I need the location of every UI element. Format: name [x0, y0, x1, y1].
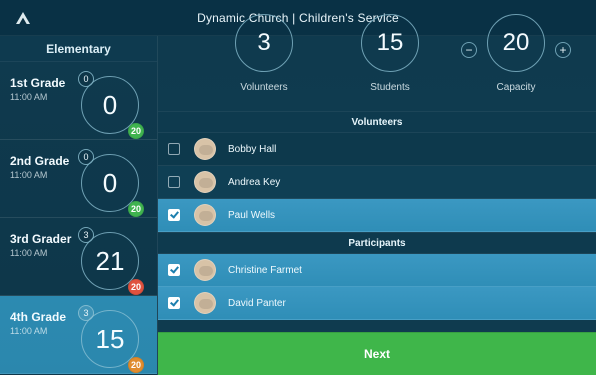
- grade-count: 15: [95, 323, 125, 354]
- avatar: [194, 292, 216, 314]
- students-ring: 15: [361, 14, 419, 72]
- volunteers-label: Volunteers: [240, 82, 288, 93]
- grade-item-3rd[interactable]: 3rd Grader 11:00 AM 3 21 20: [0, 218, 157, 296]
- capacity-badge: 20: [128, 123, 144, 139]
- grade-count-ring: 0 0 20: [78, 71, 144, 139]
- volunteer-count-mini-ring: 3: [78, 227, 94, 243]
- volunteer-checkbox[interactable]: [168, 176, 180, 188]
- capacity-label: Capacity: [496, 82, 536, 93]
- volunteer-count-mini-ring: 3: [78, 305, 94, 321]
- students-count: 15: [376, 29, 404, 56]
- grade-count-ring: 0 0 20: [78, 149, 144, 217]
- capacity-increase-button[interactable]: +: [555, 42, 571, 58]
- volunteer-checkbox[interactable]: [168, 143, 180, 155]
- volunteer-row[interactable]: Bobby Hall: [158, 133, 596, 166]
- participant-name: Christine Farmet: [228, 264, 302, 276]
- avatar: [194, 204, 216, 226]
- grade-count-ring: 3 15 20: [78, 305, 144, 373]
- next-button[interactable]: Next: [158, 332, 596, 375]
- avatar: [194, 138, 216, 160]
- students-label: Students: [370, 82, 410, 93]
- check-icon: [170, 297, 179, 307]
- avatar: [194, 171, 216, 193]
- grade-item-2nd[interactable]: 2nd Grade 11:00 AM 0 0 20: [0, 140, 157, 218]
- capacity-badge: 20: [128, 279, 144, 295]
- grade-item-1st[interactable]: 1st Grade 11:00 AM 0 0 20: [0, 62, 157, 140]
- capacity-badge: 20: [128, 357, 144, 373]
- volunteer-checkbox[interactable]: [168, 209, 180, 221]
- grade-item-4th[interactable]: 4th Grade 11:00 AM 3 15 20: [0, 296, 157, 374]
- participant-checkbox[interactable]: [168, 297, 180, 309]
- capacity-count: 20: [502, 29, 530, 56]
- capacity-stat: − 20 + Capacity: [456, 14, 576, 93]
- attendance-lists: Volunteers Bobby Hall Andrea Key Paul We…: [158, 111, 596, 332]
- participant-name: David Panter: [228, 297, 286, 309]
- volunteers-stat: 3 Volunteers: [204, 14, 324, 93]
- volunteers-count: 3: [257, 29, 271, 56]
- grade-count: 0: [102, 89, 118, 120]
- capacity-ring: 20: [487, 14, 545, 72]
- service-panel: 3 Volunteers 15 Students − 20 + Capacity…: [158, 14, 596, 375]
- capacity-badge: 20: [128, 201, 144, 217]
- volunteer-name: Andrea Key: [228, 176, 281, 188]
- participants-section-title: Participants: [158, 232, 596, 254]
- stats-bar: 3 Volunteers 15 Students − 20 + Capacity: [158, 14, 596, 111]
- grade-count-ring: 3 21 20: [78, 227, 144, 295]
- participant-row[interactable]: David Panter: [158, 287, 596, 320]
- volunteer-count-mini-ring: 0: [78, 71, 94, 87]
- app-logo: [12, 8, 34, 28]
- volunteer-name: Paul Wells: [228, 209, 276, 221]
- grade-count: 21: [95, 245, 125, 276]
- check-icon: [170, 264, 179, 274]
- participant-checkbox[interactable]: [168, 264, 180, 276]
- class-list: Elementary 1st Grade 11:00 AM 0 0 20 2nd…: [0, 36, 158, 375]
- students-stat: 15 Students: [330, 14, 450, 93]
- volunteers-section-title: Volunteers: [158, 111, 596, 133]
- grade-count: 0: [102, 167, 118, 198]
- volunteers-ring: 3: [235, 14, 293, 72]
- check-icon: [170, 209, 179, 219]
- volunteer-row[interactable]: Paul Wells: [158, 199, 596, 232]
- avatar: [194, 259, 216, 281]
- class-list-header: Elementary: [0, 36, 157, 62]
- capacity-decrease-button[interactable]: −: [461, 42, 477, 58]
- volunteer-name: Bobby Hall: [228, 143, 277, 155]
- capacity-controls: − 20 +: [456, 14, 576, 72]
- volunteer-row[interactable]: Andrea Key: [158, 166, 596, 199]
- volunteer-count-mini-ring: 0: [78, 149, 94, 165]
- participant-row[interactable]: Christine Farmet: [158, 254, 596, 287]
